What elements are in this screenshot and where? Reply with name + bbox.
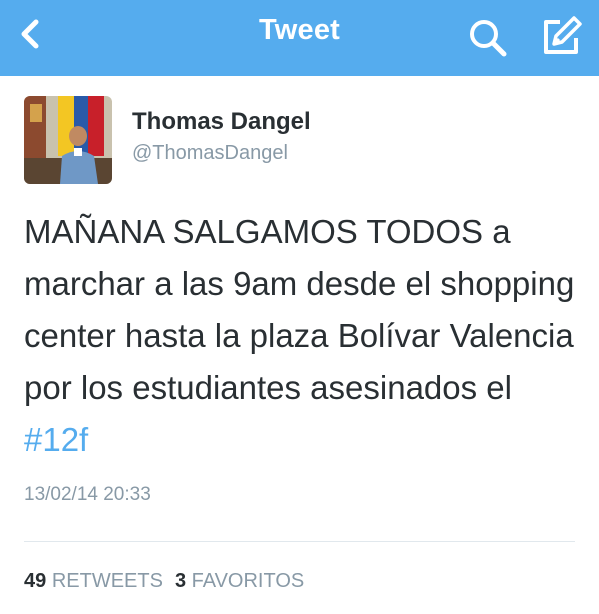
- retweets-count: 49: [24, 570, 47, 592]
- tweet-text: MAÑANA SALGAMOS TODOS a marchar a las 9a…: [24, 206, 584, 466]
- tweet-timestamp: 13/02/14 20:33: [24, 484, 151, 505]
- tweet-body-text: MAÑANA SALGAMOS TODOS a marchar a las 9a…: [24, 213, 575, 406]
- avatar-photo: [24, 96, 112, 184]
- search-button[interactable]: [466, 16, 510, 60]
- retweets-label: RETWEETS: [51, 570, 163, 592]
- favorites-label: FAVORITOS: [191, 570, 305, 592]
- author-handle[interactable]: @ThomasDangel: [132, 142, 288, 165]
- compose-icon: [544, 16, 582, 54]
- top-navigation-bar: Tweet: [0, 0, 599, 76]
- favorites-stat[interactable]: 3 FAVORITOS: [175, 570, 304, 592]
- search-icon: [470, 20, 507, 57]
- favorites-count: 3: [174, 570, 187, 592]
- tweet-stats: 49 RETWEETS 3 FAVORITOS: [24, 570, 304, 593]
- author-name[interactable]: Thomas Dangel: [132, 108, 311, 136]
- retweets-stat[interactable]: 49 RETWEETS: [24, 570, 175, 592]
- author-avatar[interactable]: [24, 96, 112, 184]
- compose-button[interactable]: [538, 14, 584, 60]
- divider: [24, 541, 575, 542]
- hashtag-link[interactable]: #12f: [24, 421, 88, 458]
